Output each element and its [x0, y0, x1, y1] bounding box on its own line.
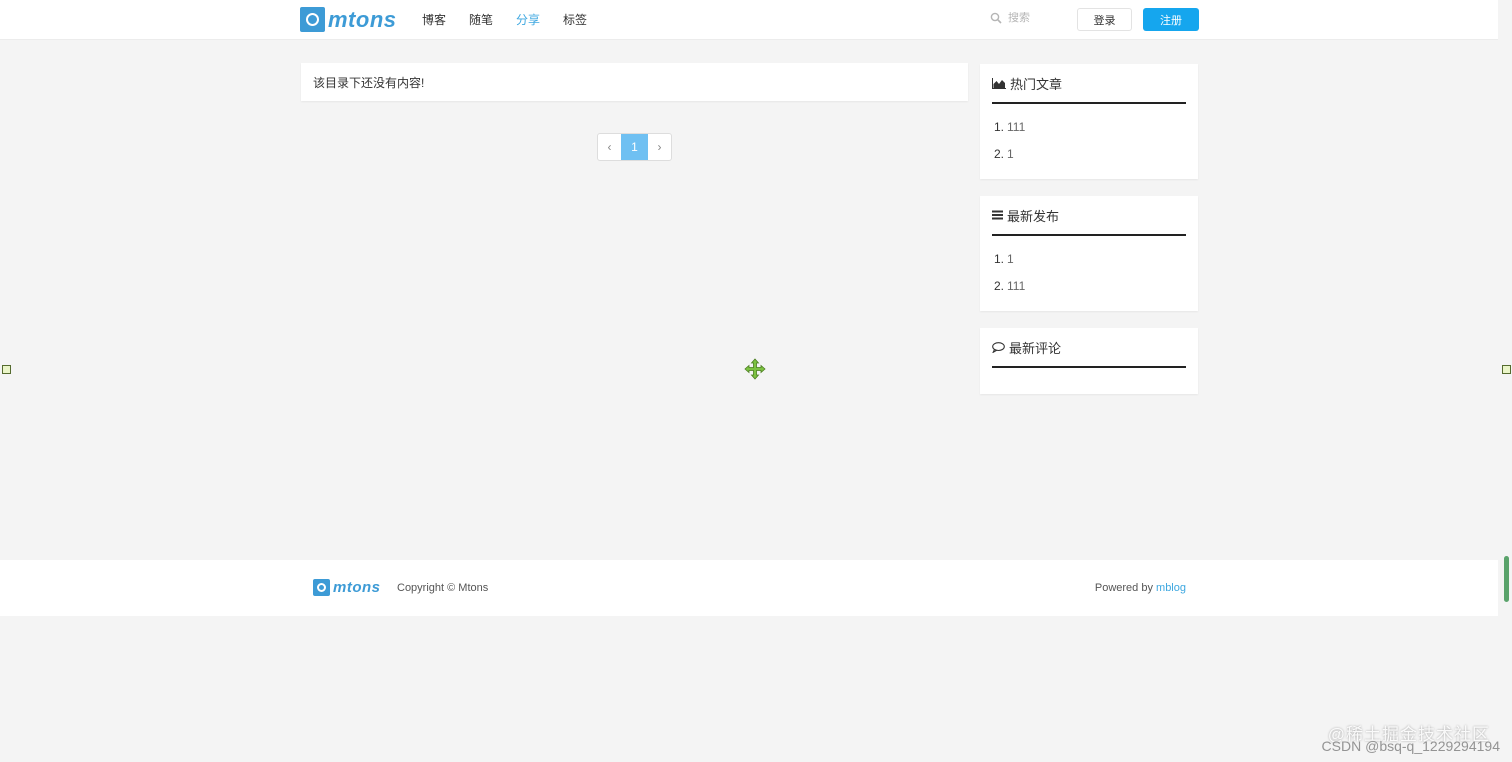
nav-item-blog[interactable]: 博客 — [422, 11, 446, 28]
pagination-prev-button[interactable]: ‹ — [598, 134, 621, 160]
list-item: 1. 1 — [994, 246, 1186, 273]
resize-handle-right[interactable] — [1502, 365, 1511, 374]
footer-logo[interactable]: mtons — [313, 579, 381, 596]
pagination-next-button[interactable]: › — [648, 134, 671, 160]
powered-by: Powered by mblog — [1095, 582, 1186, 594]
footer-logo-text: mtons — [333, 579, 381, 596]
empty-message: 该目录下还没有内容! — [313, 75, 425, 90]
pagination: ‹ 1 › — [597, 133, 672, 161]
hot-articles-widget: 热门文章 1. 111 2. 1 — [980, 64, 1198, 179]
copyright-text: Copyright © Mtons — [397, 582, 489, 594]
pagination-current-page[interactable]: 1 — [621, 134, 648, 160]
nav-item-tags[interactable]: 标签 — [563, 11, 587, 28]
nav-item-notes[interactable]: 随笔 — [469, 11, 493, 28]
site-logo[interactable]: mtons — [300, 7, 397, 32]
search-icon — [990, 12, 1002, 24]
logo-mark-icon — [300, 7, 325, 32]
top-navbar: mtons 博客 随笔 分享 标签 登录 注册 — [0, 0, 1498, 40]
latest-post-link[interactable]: 111 — [1007, 279, 1025, 293]
latest-posts-widget: 最新发布 1. 1 2. 111 — [980, 196, 1198, 311]
nav-item-share[interactable]: 分享 — [516, 11, 540, 28]
footer-logo-mark-icon — [313, 579, 330, 596]
footer: mtons Copyright © Mtons Powered by mblog — [0, 560, 1498, 616]
list-item: 2. 1 — [994, 141, 1186, 168]
list-item-number: 1. — [994, 252, 1005, 266]
list-item: 2. 111 — [994, 273, 1186, 300]
move-cursor-icon — [744, 358, 766, 380]
search-box — [990, 12, 1068, 24]
hot-article-link[interactable]: 1 — [1007, 147, 1014, 161]
hot-articles-title: 热门文章 — [1010, 76, 1063, 92]
powered-by-link[interactable]: mblog — [1156, 582, 1186, 594]
main-nav: 博客 随笔 分享 标签 — [422, 0, 610, 39]
empty-content-panel: 该目录下还没有内容! — [301, 63, 968, 101]
watermark-csdn: CSDN @bsq-q_1229294194 — [1321, 738, 1500, 754]
hot-article-link[interactable]: 111 — [1007, 120, 1025, 134]
list-item-number: 2. — [994, 147, 1005, 161]
latest-posts-list: 1. 1 2. 111 — [992, 236, 1186, 308]
scrollbar-track[interactable] — [1498, 0, 1512, 762]
list-item-number: 2. — [994, 279, 1005, 293]
area-chart-icon — [992, 77, 1006, 89]
login-button[interactable]: 登录 — [1077, 8, 1132, 31]
register-button[interactable]: 注册 — [1143, 8, 1199, 31]
latest-post-link[interactable]: 1 — [1007, 252, 1014, 266]
latest-comments-title: 最新评论 — [1009, 340, 1062, 356]
list-item: 1. 111 — [994, 114, 1186, 141]
powered-by-prefix: Powered by — [1094, 582, 1153, 594]
latest-posts-header: 最新发布 — [992, 196, 1186, 236]
resize-handle-left[interactable] — [2, 365, 11, 374]
scrollbar-thumb[interactable] — [1504, 556, 1509, 602]
search-input[interactable] — [1008, 12, 1068, 24]
hot-articles-list: 1. 111 2. 1 — [992, 104, 1186, 176]
comment-icon — [992, 341, 1005, 353]
list-item-number: 1. — [994, 120, 1005, 134]
hot-articles-header: 热门文章 — [992, 64, 1186, 104]
list-icon — [992, 210, 1003, 220]
latest-posts-title: 最新发布 — [1007, 208, 1060, 224]
logo-text: mtons — [328, 7, 397, 32]
latest-comments-header: 最新评论 — [992, 328, 1186, 368]
latest-comments-widget: 最新评论 — [980, 328, 1198, 394]
